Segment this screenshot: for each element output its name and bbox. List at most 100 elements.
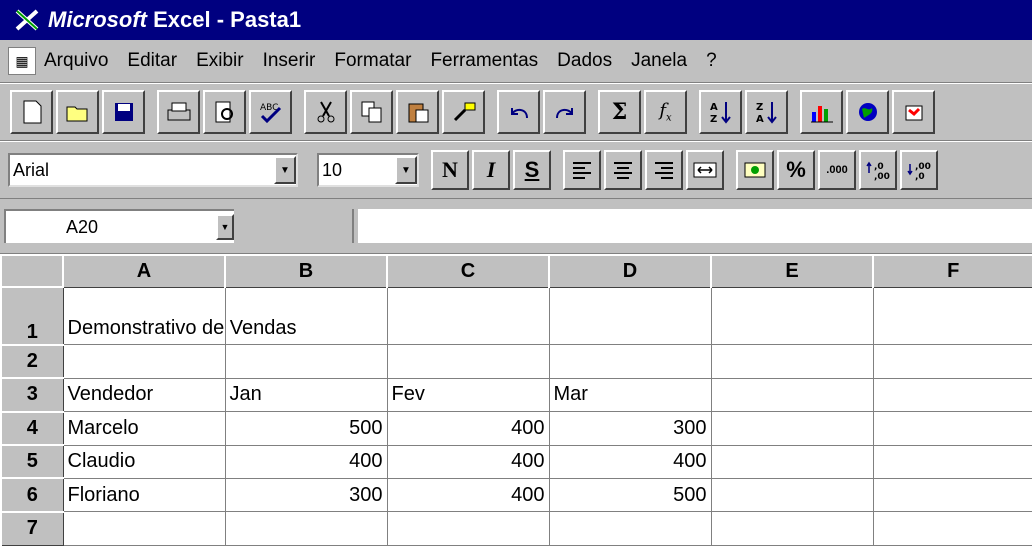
cell[interactable]: [710, 411, 874, 446]
align-center-icon[interactable]: [604, 150, 642, 190]
decrease-decimal-icon[interactable]: ,00,0: [900, 150, 938, 190]
row-header[interactable]: 2: [0, 343, 64, 379]
row-header[interactable]: 4: [0, 410, 64, 446]
cell[interactable]: 300: [548, 411, 712, 446]
save-icon[interactable]: [102, 90, 145, 134]
merge-center-icon[interactable]: [686, 150, 724, 190]
row-header[interactable]: 1: [0, 286, 64, 346]
underline-button[interactable]: S: [513, 150, 551, 190]
cell[interactable]: 400: [548, 444, 712, 479]
cell[interactable]: 500: [548, 477, 712, 513]
cell[interactable]: [710, 444, 874, 479]
copy-icon[interactable]: [350, 90, 393, 134]
cell[interactable]: [872, 286, 1032, 346]
cell[interactable]: [548, 344, 712, 379]
cell[interactable]: [548, 511, 712, 546]
column-header[interactable]: A: [62, 254, 226, 288]
web-icon[interactable]: [846, 90, 889, 134]
cell[interactable]: [872, 377, 1032, 413]
redo-icon[interactable]: [543, 90, 586, 134]
menu-formatar[interactable]: Formatar: [334, 50, 411, 72]
row-header[interactable]: 5: [0, 443, 64, 479]
font-name-combo[interactable]: Arial ▼: [8, 153, 298, 187]
sort-descending-icon[interactable]: ZA: [745, 90, 788, 134]
select-all-button[interactable]: [0, 254, 64, 288]
cell[interactable]: [872, 477, 1032, 513]
cell[interactable]: 400: [386, 477, 550, 513]
cell[interactable]: Jan: [224, 377, 388, 413]
increase-decimal-icon[interactable]: ,0,00: [859, 150, 897, 190]
cell[interactable]: [710, 511, 874, 546]
cell[interactable]: [710, 377, 874, 413]
menu-dados[interactable]: Dados: [557, 50, 612, 72]
cell[interactable]: 400: [386, 444, 550, 479]
cell[interactable]: Marcelo: [62, 411, 226, 446]
column-header[interactable]: F: [872, 254, 1032, 288]
autosum-icon[interactable]: Σ: [598, 90, 641, 134]
name-box[interactable]: A20 ▼: [4, 209, 234, 243]
column-header[interactable]: D: [548, 254, 712, 288]
document-icon[interactable]: ▦: [8, 47, 36, 75]
cell[interactable]: [872, 344, 1032, 379]
open-icon[interactable]: [56, 90, 99, 134]
menu-exibir[interactable]: Exibir: [196, 50, 244, 72]
percent-button[interactable]: %: [777, 150, 815, 190]
cell[interactable]: [872, 511, 1032, 546]
cell[interactable]: [62, 344, 226, 379]
cell[interactable]: 400: [386, 411, 550, 446]
cell[interactable]: [710, 286, 874, 346]
italic-button[interactable]: I: [472, 150, 510, 190]
chevron-down-icon[interactable]: ▼: [274, 156, 296, 184]
cell[interactable]: [710, 477, 874, 513]
cell[interactable]: [872, 411, 1032, 446]
chart-wizard-icon[interactable]: [800, 90, 843, 134]
spelling-icon[interactable]: ABC: [249, 90, 292, 134]
cell[interactable]: [386, 286, 550, 346]
cell[interactable]: [386, 511, 550, 546]
menu-inserir[interactable]: Inserir: [263, 50, 316, 72]
format-painter-icon[interactable]: [442, 90, 485, 134]
map-icon[interactable]: [892, 90, 935, 134]
menu-arquivo[interactable]: Arquivo: [44, 50, 108, 72]
cell[interactable]: [224, 511, 388, 546]
print-preview-icon[interactable]: [203, 90, 246, 134]
cell[interactable]: 300: [224, 477, 388, 513]
paste-icon[interactable]: [396, 90, 439, 134]
sort-ascending-icon[interactable]: AZ: [699, 90, 742, 134]
cell[interactable]: Claudio: [62, 444, 226, 479]
cell[interactable]: Floriano: [62, 477, 226, 513]
row-header[interactable]: 6: [0, 477, 64, 513]
cell[interactable]: [224, 344, 388, 379]
cell[interactable]: [386, 344, 550, 379]
menu-janela[interactable]: Janela: [631, 50, 687, 72]
bold-button[interactable]: N: [431, 150, 469, 190]
column-header[interactable]: B: [224, 254, 388, 288]
cell[interactable]: 500: [224, 411, 388, 446]
cell[interactable]: Fev: [386, 377, 550, 413]
comma-style-button[interactable]: .000: [818, 150, 856, 190]
function-icon[interactable]: fx: [644, 90, 687, 134]
align-left-icon[interactable]: [563, 150, 601, 190]
align-right-icon[interactable]: [645, 150, 683, 190]
cell[interactable]: Mar: [548, 377, 712, 413]
formula-input[interactable]: [358, 209, 1032, 243]
cell[interactable]: [548, 286, 712, 346]
cell[interactable]: Demonstrativo de Vendas: [62, 286, 297, 346]
cut-icon[interactable]: [304, 90, 347, 134]
column-header[interactable]: E: [710, 254, 874, 288]
cell[interactable]: 400: [224, 444, 388, 479]
menu-ferramentas[interactable]: Ferramentas: [430, 50, 538, 72]
currency-icon[interactable]: [736, 150, 774, 190]
chevron-down-icon[interactable]: ▼: [216, 214, 234, 240]
column-header[interactable]: C: [386, 254, 550, 288]
menu-help[interactable]: ?: [706, 50, 717, 72]
cell[interactable]: [872, 444, 1032, 479]
undo-icon[interactable]: [497, 90, 540, 134]
row-header[interactable]: 3: [0, 377, 64, 413]
cell[interactable]: [62, 511, 226, 546]
font-size-combo[interactable]: 10 ▼: [317, 153, 419, 187]
print-icon[interactable]: [157, 90, 200, 134]
chevron-down-icon[interactable]: ▼: [395, 156, 417, 184]
new-icon[interactable]: [10, 90, 53, 134]
cell[interactable]: Vendedor: [62, 377, 226, 413]
